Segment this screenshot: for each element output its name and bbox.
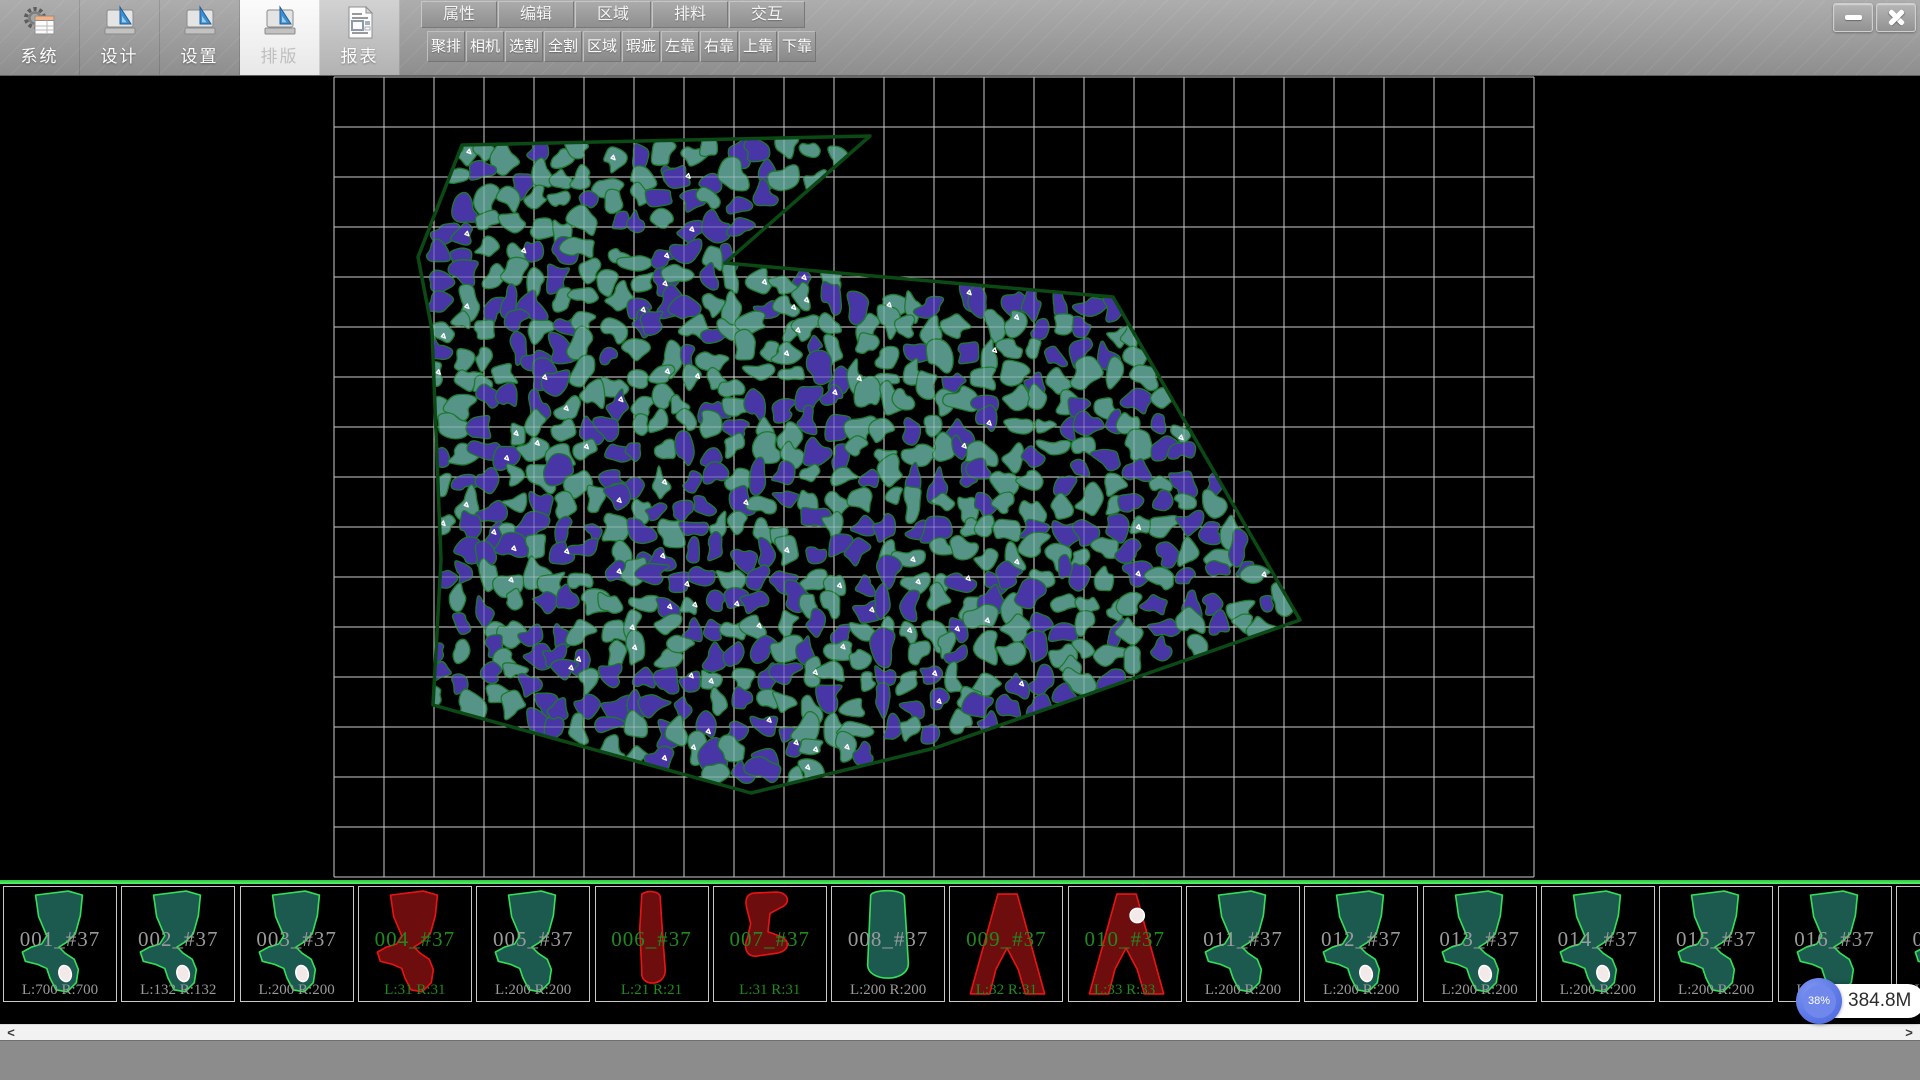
app-button-label: 设置 [181, 42, 219, 67]
app-button-label: 系统 [21, 42, 59, 67]
piece-counts: L:200 R:200 [1305, 982, 1417, 999]
thumbnail-014[interactable]: 014_#37 L:200 R:200 [1541, 886, 1655, 1002]
hide-nest-drawing [0, 76, 1920, 880]
thumbnail-002[interactable]: 002_#37 L:132 R:132 [121, 886, 235, 1002]
piece-label: 008_#37 [832, 927, 944, 952]
nesting-ruler-icon [102, 5, 138, 41]
menu-tab-bar: 属性编辑区域排料交互 [421, 1, 805, 28]
app-button-system[interactable]: 系统 [0, 0, 80, 75]
tool-button-defect[interactable]: 瑕疵 [622, 31, 660, 62]
thumbnail-007[interactable]: 007_#37 L:31 R:31 [713, 886, 827, 1002]
piece-thumbnail-strip: 001_#37 L:700 R:700 002_#37 L:132 R:132 003_… [0, 884, 1920, 1006]
minimize-button[interactable] [1833, 3, 1873, 32]
tool-button-snap-left[interactable]: 左靠 [661, 31, 699, 62]
piece-label: 002_#37 [122, 927, 234, 952]
report-document-icon [342, 5, 378, 41]
piece-label: 007_#37 [714, 927, 826, 952]
piece-label: 016_#37 [1779, 927, 1891, 952]
status-bar [0, 1040, 1920, 1080]
menu-tab-interaction[interactable]: 交互 [729, 1, 805, 28]
tool-button-cluster-nest[interactable]: 聚排 [427, 31, 465, 62]
tool-button-camera[interactable]: 相机 [466, 31, 504, 62]
piece-counts: L:700 R:700 [4, 982, 116, 999]
thumbnail-015[interactable]: 015_#37 L:200 R:200 [1659, 886, 1773, 1002]
piece-counts: L:33 R:33 [1069, 982, 1181, 999]
menu-tab-region[interactable]: 区域 [575, 1, 651, 28]
close-button[interactable] [1876, 3, 1916, 32]
tool-button-row: 聚排相机选割全割区域瑕疵左靠右靠上靠下靠 [427, 31, 816, 62]
tool-button-snap-top[interactable]: 上靠 [739, 31, 777, 62]
app-button-nesting[interactable]: 排版 [240, 0, 320, 75]
nesting-ruler-icon [182, 5, 218, 41]
thumbnail-008[interactable]: 008_#37 L:200 R:200 [831, 886, 945, 1002]
piece-counts: L:31 R:31 [359, 982, 471, 999]
app-button-report[interactable]: 报表 [320, 0, 400, 75]
minimize-icon [1845, 15, 1862, 20]
app-button-label: 设计 [101, 42, 139, 67]
piece-counts: L:21 R:21 [596, 982, 708, 999]
horizontal-scrollbar[interactable]: < > [0, 1024, 1920, 1040]
tool-button-region[interactable]: 区域 [583, 31, 621, 62]
thumbnail-013[interactable]: 013_#37 L:200 R:200 [1423, 886, 1537, 1002]
piece-counts: L:200 R:200 [1187, 982, 1299, 999]
piece-label: 017_#37 [1897, 927, 1920, 952]
scroll-right-icon[interactable]: > [1900, 1025, 1918, 1041]
nesting-canvas[interactable] [0, 76, 1920, 880]
tool-button-cut-all[interactable]: 全割 [544, 31, 582, 62]
piece-label: 001_#37 [4, 927, 116, 952]
progress-circle: 38% [1796, 978, 1842, 1024]
piece-label: 005_#37 [477, 927, 589, 952]
thumbnail-004[interactable]: 004_#37 L:31 R:31 [358, 886, 472, 1002]
system-gear-icon [22, 5, 58, 41]
tool-button-snap-right[interactable]: 右靠 [700, 31, 738, 62]
piece-counts: L:32 R:31 [950, 982, 1062, 999]
thumbnail-003[interactable]: 003_#37 L:200 R:200 [240, 886, 354, 1002]
piece-label: 014_#37 [1542, 927, 1654, 952]
app-button-label: 报表 [341, 42, 379, 67]
memory-value: 384.8M [1848, 990, 1911, 1012]
piece-counts: L:200 R:200 [241, 982, 353, 999]
scroll-left-icon[interactable]: < [2, 1025, 20, 1041]
menu-tab-properties[interactable]: 属性 [421, 1, 497, 28]
piece-label: 010_#37 [1069, 927, 1181, 952]
piece-label: 011_#37 [1187, 927, 1299, 952]
nesting-ruler-icon [262, 5, 298, 41]
piece-label: 004_#37 [359, 927, 471, 952]
tool-button-select-cut[interactable]: 选割 [505, 31, 543, 62]
piece-counts: L:200 R:200 [832, 982, 944, 999]
piece-counts: L:132 R:132 [122, 982, 234, 999]
thumbnail-005[interactable]: 005_#37 L:200 R:200 [476, 886, 590, 1002]
piece-counts: L:200 R:200 [1424, 982, 1536, 999]
piece-label: 015_#37 [1660, 927, 1772, 952]
main-toolbar: 系统 设计 设置 排版 报表 属性编辑区域排料交互 聚排相机选割全割区域瑕疵左靠… [0, 0, 1920, 76]
thumbnail-009[interactable]: 009_#37 L:32 R:31 [949, 886, 1063, 1002]
piece-counts: L:200 R:200 [1542, 982, 1654, 999]
thumbnail-006[interactable]: 006_#37 L:21 R:21 [595, 886, 709, 1002]
thumbnail-010[interactable]: 010_#37 L:33 R:33 [1068, 886, 1182, 1002]
menu-tab-edit[interactable]: 编辑 [498, 1, 574, 28]
tool-button-snap-bottom[interactable]: 下靠 [778, 31, 816, 62]
thumbnail-001[interactable]: 001_#37 L:700 R:700 [3, 886, 117, 1002]
app-button-design[interactable]: 设计 [80, 0, 160, 75]
window-controls [1833, 3, 1916, 32]
app-button-settings[interactable]: 设置 [160, 0, 240, 75]
menu-tab-nest[interactable]: 排料 [652, 1, 728, 28]
piece-label: 009_#37 [950, 927, 1062, 952]
app-button-label: 排版 [261, 42, 299, 67]
piece-label: 006_#37 [596, 927, 708, 952]
piece-label: 003_#37 [241, 927, 353, 952]
piece-counts: L:200 R:200 [1660, 982, 1772, 999]
piece-counts: L:31 R:31 [714, 982, 826, 999]
piece-label: 012_#37 [1305, 927, 1417, 952]
progress-percent: 38% [1803, 985, 1836, 1018]
thumbnail-011[interactable]: 011_#37 L:200 R:200 [1186, 886, 1300, 1002]
piece-label: 013_#37 [1424, 927, 1536, 952]
piece-counts: L:200 R:200 [477, 982, 589, 999]
memory-usage-badge: 38% 384.8M [1808, 984, 1920, 1018]
thumbnail-012[interactable]: 012_#37 L:200 R:200 [1304, 886, 1418, 1002]
